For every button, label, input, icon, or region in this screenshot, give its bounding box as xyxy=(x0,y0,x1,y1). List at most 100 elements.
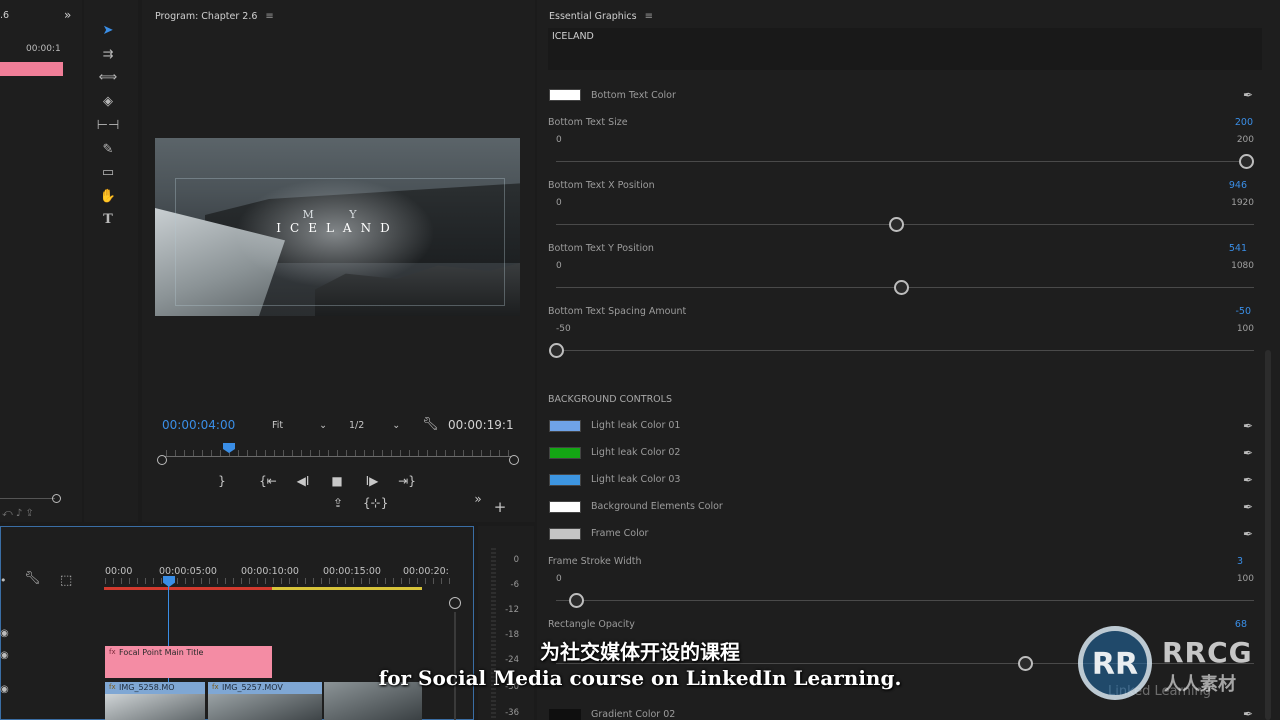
slip-tool-icon[interactable]: ⊢⊣ xyxy=(97,116,120,134)
gradient-color-02-swatch[interactable] xyxy=(549,709,581,720)
rrcg-logo-icon: RR xyxy=(1078,626,1152,700)
resolution-dropdown[interactable]: 1/2 ⌄ xyxy=(349,420,400,431)
hand-tool-icon[interactable]: ✋ xyxy=(98,187,118,205)
chevron-down-icon: ⌄ xyxy=(392,420,401,431)
more-controls-icon[interactable]: » xyxy=(471,492,485,506)
ruler-label: 00:00:20: xyxy=(403,566,449,577)
light-leak-color-03-label: Light leak Color 03 xyxy=(591,474,681,485)
razor-tool-icon[interactable]: ◈ xyxy=(98,92,118,110)
track-select-tool-icon[interactable]: ⇉ xyxy=(98,45,118,63)
wrench-icon[interactable]: 🔧︎ xyxy=(24,571,41,586)
source-timecode: 00:00:1 xyxy=(26,44,61,54)
background-elements-color-label: Background Elements Color xyxy=(591,501,723,512)
range-min: 0 xyxy=(556,261,562,271)
step-back-icon[interactable]: ◀I xyxy=(293,474,313,488)
background-elements-color-swatch[interactable] xyxy=(549,501,581,513)
background-controls-heading: BACKGROUND CONTROLS xyxy=(548,394,672,405)
scrub-out-handle[interactable] xyxy=(509,455,519,465)
render-bar-yellow xyxy=(272,587,422,590)
bottom-text-y-value[interactable]: 541 xyxy=(1187,243,1247,254)
range-max: 1920 xyxy=(1231,198,1254,208)
slider-thumb[interactable] xyxy=(548,343,564,358)
export-frame-icon[interactable]: ⇪ xyxy=(328,496,348,510)
tools-panel: ➤ ⇉ ⟺ ◈ ⊢⊣ ✎ ▭ ✋ T xyxy=(84,0,138,522)
bottom-text-x-slider[interactable] xyxy=(556,224,1254,225)
ripple-edit-tool-icon[interactable]: ⟺ xyxy=(98,68,118,86)
fit-dropdown[interactable]: Fit ⌄ xyxy=(272,420,327,431)
bottom-text-x-label: Bottom Text X Position xyxy=(548,180,655,191)
frame-stroke-width-slider[interactable] xyxy=(556,600,1254,601)
bottom-text-size-slider[interactable] xyxy=(556,161,1254,162)
clip-a-thumbnail xyxy=(105,694,205,720)
bottom-text-x-value[interactable]: 946 xyxy=(1187,180,1247,191)
eyedropper-icon[interactable]: ✒ xyxy=(1243,88,1253,102)
range-min: 0 xyxy=(556,135,562,145)
bottom-text-spacing-value[interactable]: -50 xyxy=(1191,306,1251,317)
stop-icon[interactable]: ■ xyxy=(327,474,347,488)
meter-tick: -36 xyxy=(505,708,519,718)
pen-tool-icon[interactable]: ✎ xyxy=(98,140,118,158)
eyedropper-icon[interactable]: ✒ xyxy=(1243,419,1253,433)
ruler-label: 00:00:10:00 xyxy=(241,566,299,577)
program-video-frame[interactable]: M Y ICELAND xyxy=(155,138,520,316)
range-max: 100 xyxy=(1236,324,1254,334)
bottom-text-color-swatch[interactable] xyxy=(549,89,581,101)
eyedropper-icon[interactable]: ✒ xyxy=(1243,446,1253,460)
light-leak-color-01-swatch[interactable] xyxy=(549,420,581,432)
eyedropper-icon[interactable]: ✒ xyxy=(1243,527,1253,541)
gradient-color-02-label: Gradient Color 02 xyxy=(591,709,676,720)
source-clip-bar[interactable] xyxy=(0,62,63,76)
range-max: 200 xyxy=(1236,135,1254,145)
range-min: 0 xyxy=(556,574,562,584)
selection-tool-icon[interactable]: ➤ xyxy=(98,21,118,39)
timeline-zoom-handle[interactable] xyxy=(449,597,461,609)
panel-overflow-icon[interactable]: » xyxy=(64,8,71,22)
mark-in-icon[interactable]: } xyxy=(212,474,232,488)
audio-meter-bar xyxy=(491,548,496,720)
frame-color-swatch[interactable] xyxy=(549,528,581,540)
bottom-text-size-value[interactable]: 200 xyxy=(1193,117,1253,128)
meter-tick: -12 xyxy=(505,605,519,615)
light-leak-color-01-label: Light leak Color 01 xyxy=(591,420,681,431)
go-to-in-icon[interactable]: {⇤ xyxy=(258,474,278,488)
trim-icon[interactable]: {⊹} xyxy=(363,496,388,510)
light-leak-color-03-swatch[interactable] xyxy=(549,474,581,486)
light-leak-color-02-swatch[interactable] xyxy=(549,447,581,459)
resolution-label: 1/2 xyxy=(349,420,365,431)
panel-menu-icon[interactable]: ≡ xyxy=(645,11,653,22)
rectangle-tool-icon[interactable]: ▭ xyxy=(98,163,118,181)
render-bar-red xyxy=(104,587,272,590)
source-controls-icon[interactable]: ⤺ ♪ ⇪ xyxy=(2,508,34,519)
essential-graphics-panel xyxy=(537,0,1280,720)
type-tool-icon[interactable]: T xyxy=(98,210,118,228)
program-title-text: Program: Chapter 2.6 xyxy=(155,11,258,22)
light-leak-color-02-label: Light leak Color 02 xyxy=(591,447,681,458)
meter-tick: -6 xyxy=(510,580,519,590)
text-value-field[interactable]: ICELAND xyxy=(548,28,1262,70)
bottom-text-color-label: Bottom Text Color xyxy=(591,90,676,101)
scrub-bar[interactable] xyxy=(162,456,514,457)
duration-timecode: 00:00:19:1 xyxy=(448,418,514,432)
zoom-handle[interactable] xyxy=(52,494,61,503)
zoom-track[interactable] xyxy=(0,498,55,499)
slider-thumb[interactable] xyxy=(888,217,904,232)
go-to-out-icon[interactable]: ⇥} xyxy=(397,474,417,488)
markers-icon[interactable]: ⬚ xyxy=(60,573,72,588)
range-max: 100 xyxy=(1236,574,1254,584)
eyedropper-icon[interactable]: ✒ xyxy=(1243,500,1253,514)
add-button-icon[interactable]: + xyxy=(492,498,508,516)
wrench-icon[interactable]: 🔧︎ xyxy=(422,417,439,432)
panel-menu-icon[interactable]: ≡ xyxy=(265,11,273,22)
range-min: -50 xyxy=(556,324,571,334)
snap-icon[interactable]: • xyxy=(0,574,7,587)
frame-stroke-width-value[interactable]: 3 xyxy=(1183,556,1243,567)
bottom-text-spacing-slider[interactable] xyxy=(556,350,1254,351)
eyedropper-icon[interactable]: ✒ xyxy=(1243,473,1253,487)
slider-thumb[interactable] xyxy=(1238,154,1254,169)
scrub-in-handle[interactable] xyxy=(157,455,167,465)
range-min: 0 xyxy=(556,198,562,208)
eyedropper-icon[interactable]: ✒ xyxy=(1243,707,1253,720)
program-title: Program: Chapter 2.6 ≡ xyxy=(155,11,274,22)
playhead-timecode[interactable]: 00:00:04:00 xyxy=(162,418,235,432)
step-forward-icon[interactable]: I▶ xyxy=(362,474,382,488)
